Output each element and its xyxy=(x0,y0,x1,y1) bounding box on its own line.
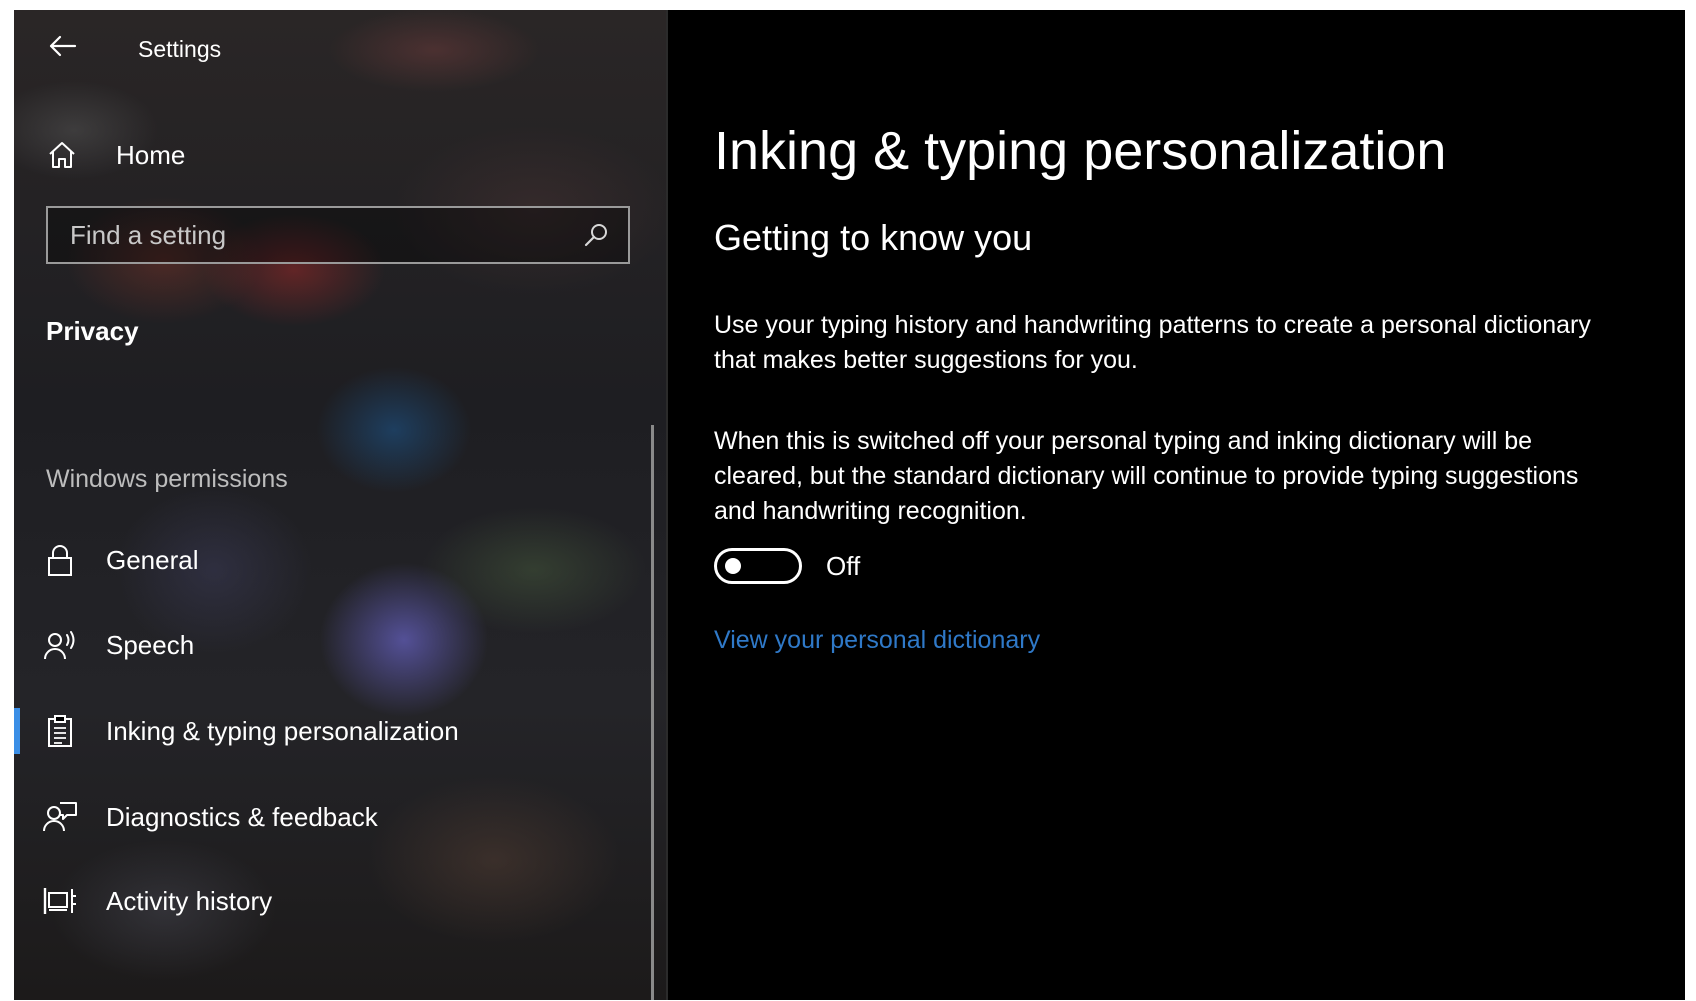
view-personal-dictionary-link[interactable]: View your personal dictionary xyxy=(714,626,1040,655)
settings-window: Settings Home Privacy xyxy=(14,10,1685,1000)
search-icon[interactable] xyxy=(576,215,616,255)
sidebar-item-home[interactable]: Home xyxy=(44,135,185,175)
selected-indicator xyxy=(14,708,20,754)
feedback-icon xyxy=(42,799,78,835)
sidebar-item-label: General xyxy=(106,544,199,575)
description-text: Use your typing history and handwriting … xyxy=(714,311,1591,374)
sidebar-item-activity-history[interactable]: Activity history xyxy=(14,866,644,936)
home-label: Home xyxy=(116,139,186,170)
toggle-knob xyxy=(725,558,741,574)
personal-dictionary-toggle-row: Off xyxy=(714,544,860,588)
sidebar: Settings Home Privacy xyxy=(14,10,666,1000)
sidebar-item-general[interactable]: General xyxy=(14,525,644,595)
back-button[interactable] xyxy=(44,28,80,64)
section-subheading: Getting to know you xyxy=(714,217,1033,258)
section-title-privacy: Privacy xyxy=(46,316,139,346)
sidebar-item-diagnostics-feedback[interactable]: Diagnostics & feedback xyxy=(14,782,644,852)
personal-dictionary-toggle[interactable] xyxy=(714,548,802,584)
toggle-state-label: Off xyxy=(826,550,861,581)
sidebar-scrollbar[interactable] xyxy=(651,425,654,1000)
lock-icon xyxy=(42,542,78,578)
page-title: Inking & typing personalization xyxy=(714,121,1447,181)
note-text: When this is switched off your personal … xyxy=(714,427,1579,525)
screenshot-frame: Settings Home Privacy xyxy=(0,0,1696,1001)
sidebar-item-label: Speech xyxy=(106,629,195,660)
sidebar-item-label: Inking & typing personalization xyxy=(106,715,459,746)
activity-icon xyxy=(42,883,78,919)
main-content: Inking & typing personalization Getting … xyxy=(714,10,1674,1000)
search-input[interactable] xyxy=(48,218,576,252)
search-box[interactable] xyxy=(46,206,630,264)
sidebar-item-label: Diagnostics & feedback xyxy=(106,801,378,832)
app-title: Settings xyxy=(138,36,222,62)
home-icon xyxy=(44,137,80,173)
group-title-windows-permissions: Windows permissions xyxy=(46,465,288,493)
sidebar-item-label: Activity history xyxy=(106,885,273,916)
pane-divider xyxy=(666,10,668,1000)
sidebar-item-speech[interactable]: Speech xyxy=(14,610,644,680)
inking-icon xyxy=(42,713,78,749)
speech-icon xyxy=(42,627,78,663)
sidebar-item-inking-typing[interactable]: Inking & typing personalization xyxy=(14,696,644,766)
back-arrow-icon xyxy=(49,35,77,57)
